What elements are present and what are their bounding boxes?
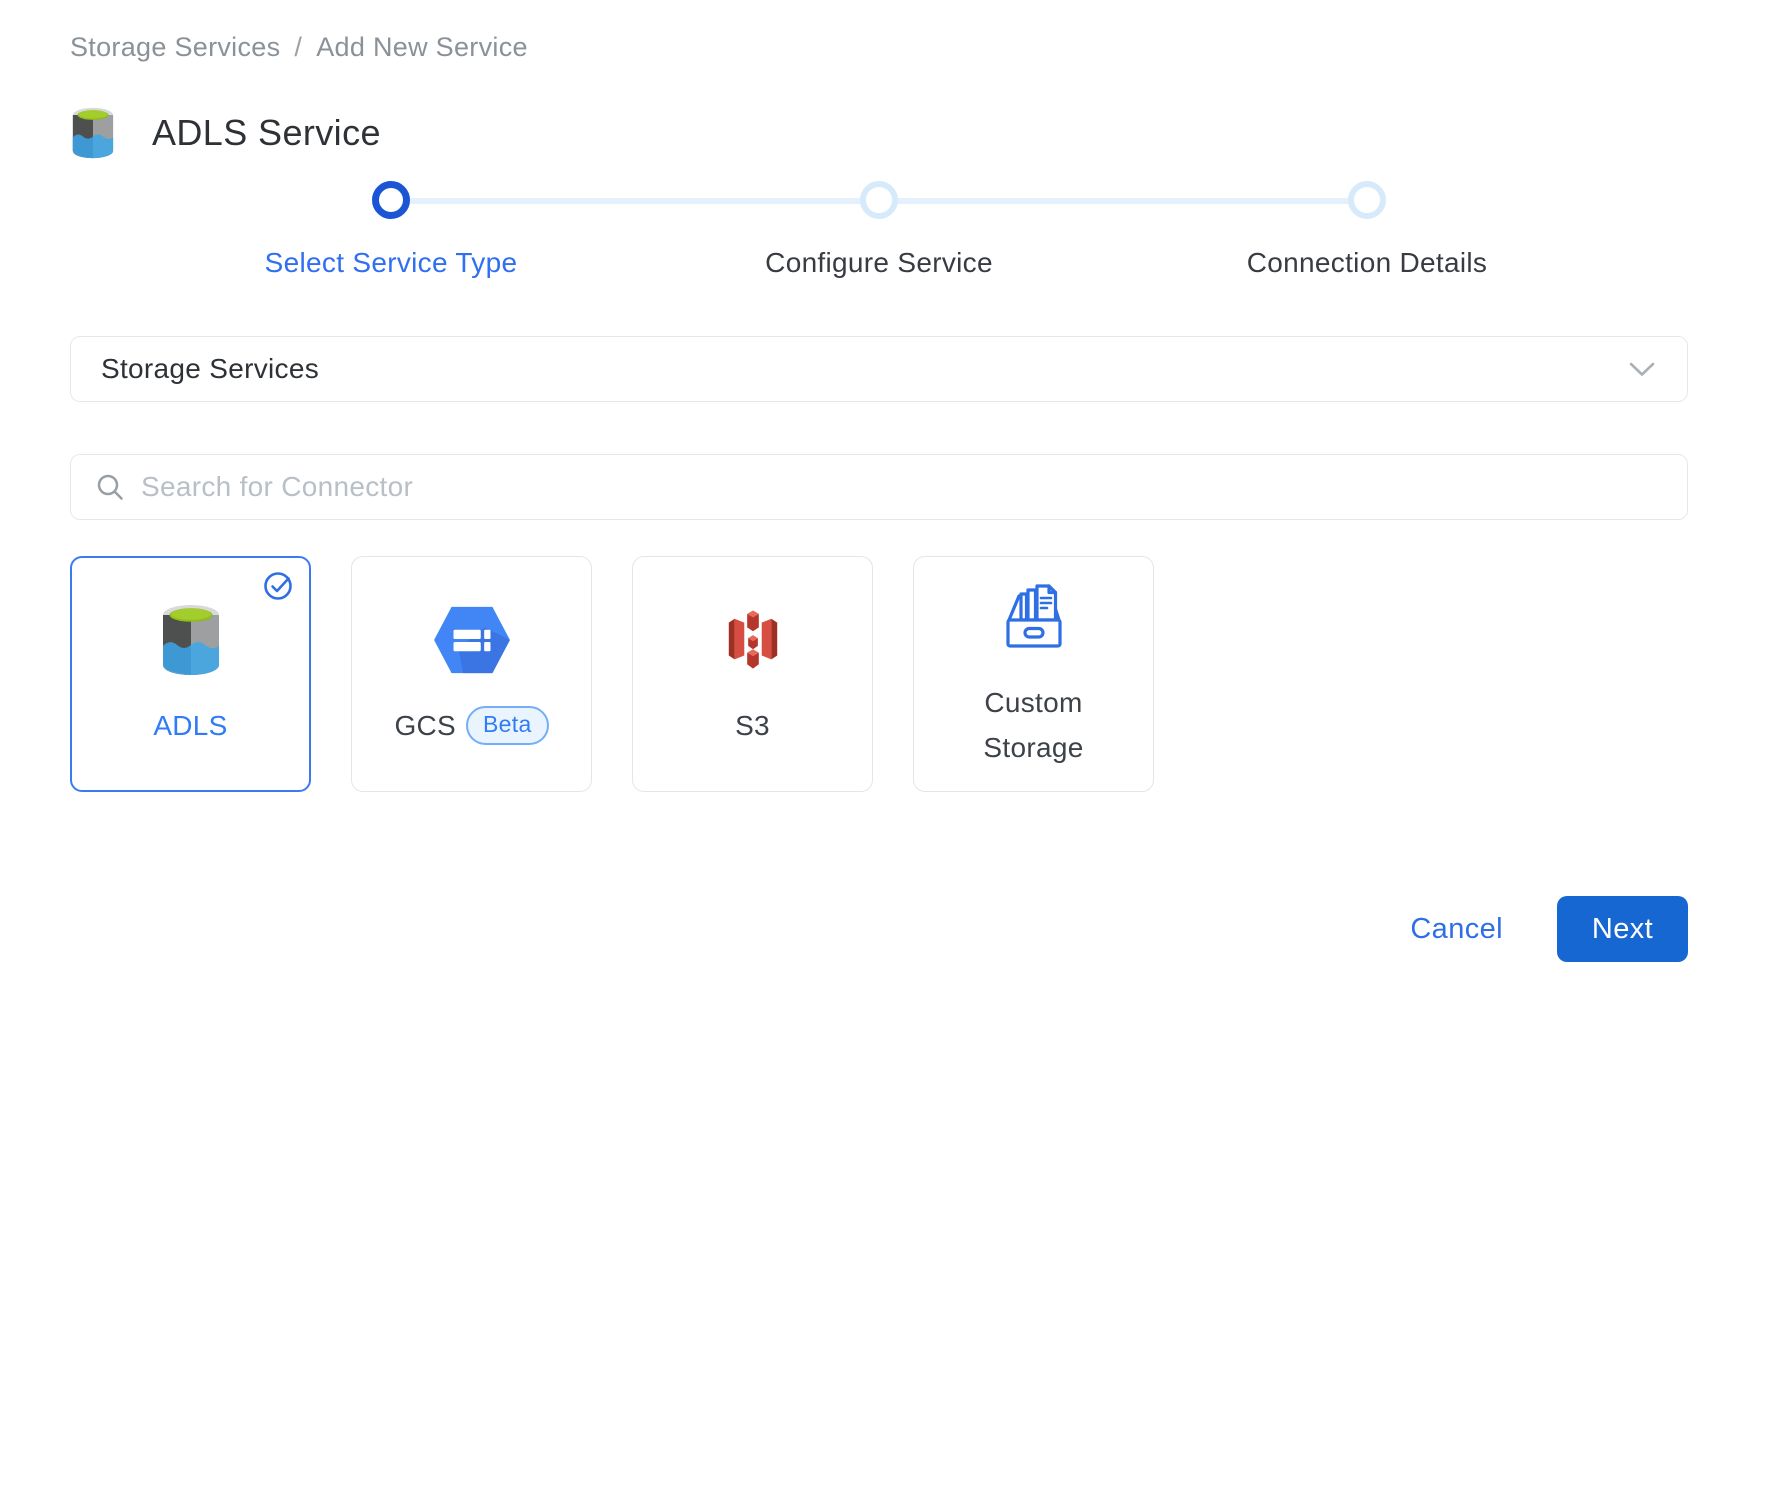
gcs-hexagon-icon — [431, 600, 513, 680]
connector-label-custom-storage: Custom Storage — [983, 681, 1083, 771]
page-title: ADLS Service — [152, 112, 381, 154]
step-circle-upcoming — [860, 181, 898, 219]
next-button[interactable]: Next — [1557, 896, 1688, 962]
selected-check-icon — [263, 570, 295, 602]
connector-label-adls: ADLS — [153, 704, 227, 749]
page-header: ADLS Service — [70, 107, 1688, 159]
connector-card-custom-storage[interactable]: Custom Storage — [913, 556, 1154, 792]
step-select-service-type[interactable] — [147, 181, 635, 219]
connector-card-s3[interactable]: S3 — [632, 556, 873, 792]
step-connection-details[interactable] — [1123, 181, 1611, 219]
connector-label-gcs: GCS — [394, 704, 456, 749]
adls-cylinder-icon — [159, 600, 223, 680]
service-category-select[interactable]: Storage Services — [70, 336, 1688, 402]
footer-actions: Cancel Next — [70, 896, 1688, 962]
step-label-configure-service: Configure Service — [635, 247, 1123, 279]
connector-card-gcs[interactable]: GCS Beta — [351, 556, 592, 792]
chevron-down-icon — [1629, 362, 1655, 377]
connector-search-box — [70, 454, 1688, 520]
breadcrumb: Storage Services / Add New Service — [70, 32, 1688, 63]
step-label-select-service-type: Select Service Type — [147, 247, 635, 279]
connector-label-s3: S3 — [735, 704, 770, 749]
connector-card-grid: ADLS GCS Beta — [70, 556, 1688, 792]
s3-bucket-icon — [722, 600, 784, 680]
step-circle-active — [372, 181, 410, 219]
breadcrumb-add-new-service: Add New Service — [316, 32, 528, 63]
wizard-stepper: Select Service Type Configure Service Co… — [70, 181, 1688, 279]
search-input[interactable] — [141, 471, 1663, 503]
step-circle-upcoming — [1348, 181, 1386, 219]
step-label-connection-details: Connection Details — [1123, 247, 1611, 279]
add-service-page: Storage Services / Add New Service ADLS … — [0, 0, 1788, 1500]
breadcrumb-storage-services[interactable]: Storage Services — [70, 32, 280, 63]
adls-cylinder-icon — [70, 107, 116, 159]
service-category-value: Storage Services — [101, 353, 319, 385]
search-icon — [95, 472, 125, 502]
beta-badge: Beta — [466, 706, 549, 745]
archive-box-icon — [994, 577, 1074, 657]
cancel-button[interactable]: Cancel — [1410, 913, 1503, 946]
connector-card-adls[interactable]: ADLS — [70, 556, 311, 792]
step-configure-service[interactable] — [635, 181, 1123, 219]
breadcrumb-separator: / — [294, 32, 302, 63]
